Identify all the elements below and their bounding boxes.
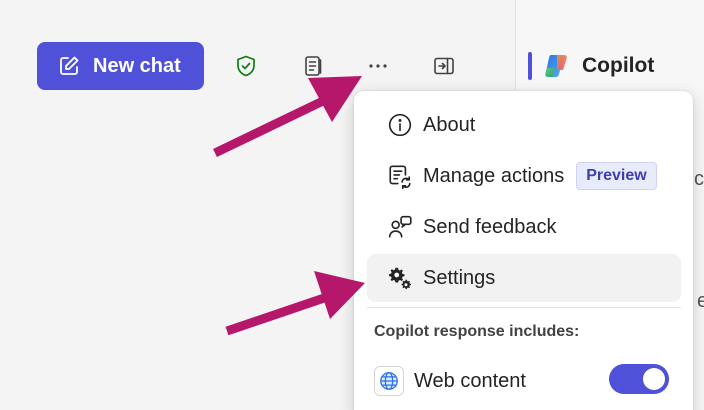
sidebar-toggle-icon (434, 57, 454, 75)
feedback-icon (388, 215, 412, 238)
web-content-icon-box (374, 366, 404, 396)
menu-item-label: Settings (423, 266, 496, 289)
notes-icon (305, 56, 322, 76)
section-label: Copilot response includes: (374, 323, 580, 340)
menu-item-label: About (423, 113, 476, 136)
new-chat-label: New chat (93, 54, 181, 77)
menu-item-label: Manage actions (423, 164, 565, 187)
menu-item-manage-actions[interactable]: Manage actions Preview (367, 152, 681, 200)
compose-icon (60, 56, 79, 75)
menu-item-settings[interactable]: Settings (367, 254, 681, 302)
shield-check-icon (237, 55, 255, 77)
info-icon (388, 113, 412, 137)
web-content-toggle[interactable] (609, 364, 669, 394)
copilot-active-indicator (528, 52, 532, 80)
more-button[interactable] (364, 52, 392, 80)
more-icon (369, 64, 387, 68)
protection-button[interactable] (232, 52, 260, 80)
sidebar-toggle-button[interactable] (430, 52, 458, 80)
preview-badge: Preview (576, 162, 657, 190)
copilot-logo-icon (545, 55, 567, 77)
menu-item-label: Send feedback (423, 215, 557, 238)
background-text-peek: c (694, 168, 704, 190)
manage-actions-icon (389, 165, 411, 189)
more-options-menu: About Manage actions Preview Send feedba… (354, 91, 693, 410)
globe-icon (380, 372, 398, 390)
menu-divider (367, 307, 681, 308)
menu-item-send-feedback[interactable]: Send feedback (367, 203, 681, 251)
new-chat-button[interactable]: New chat (37, 42, 204, 90)
toggle-knob (643, 368, 665, 390)
settings-icon (389, 267, 411, 290)
copilot-title: Copilot (582, 54, 655, 77)
menu-item-about[interactable]: About (367, 101, 681, 149)
notes-button[interactable] (299, 52, 327, 80)
web-content-label: Web content (414, 369, 526, 392)
background-text-peek: e (697, 290, 704, 312)
